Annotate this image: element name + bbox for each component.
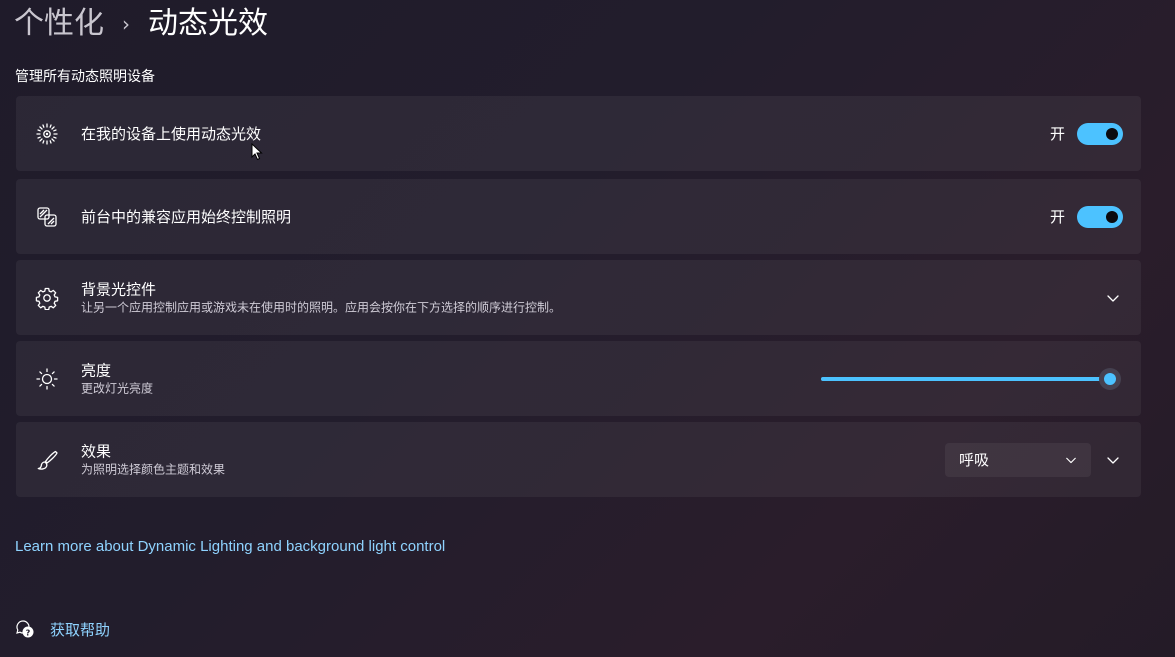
setting-label: 前台中的兼容应用始终控制照明: [81, 207, 292, 226]
get-help-link[interactable]: ? 获取帮助: [14, 618, 110, 640]
setting-texts: 效果 为照明选择颜色主题和效果: [81, 441, 225, 478]
apps-control-icon: [34, 204, 60, 230]
chevron-down-icon: [1066, 457, 1076, 463]
setting-description: 更改灯光亮度: [81, 381, 154, 395]
use-dynamic-lighting-card: 在我的设备上使用动态光效 开: [16, 96, 1141, 171]
use-dynamic-lighting-toggle[interactable]: [1077, 122, 1123, 145]
setting-description: 为照明选择颜色主题和效果: [81, 462, 226, 476]
setting-texts: 亮度 更改灯光亮度: [81, 360, 153, 397]
background-control-card[interactable]: 背景光控件 让另一个应用控制应用或游戏未在使用时的照明。应用会按你在下方选择的顺…: [16, 260, 1141, 335]
svg-text:?: ?: [26, 628, 31, 637]
dynamic-lighting-icon: [34, 121, 60, 147]
gear-icon: [34, 285, 60, 311]
settings-page: 个性化 › 动态光效 管理所有动态照明设备 在我的设备上使用动态光效 开 前台中…: [0, 0, 1175, 657]
setting-label: 亮度: [81, 361, 112, 379]
mouse-cursor-icon: [251, 143, 263, 161]
toggle-state-label: 开: [1049, 208, 1065, 226]
toggle-group: 开: [1049, 205, 1123, 228]
page-title: 动态光效: [148, 6, 268, 41]
get-help-label: 获取帮助: [50, 620, 111, 639]
chevron-down-icon[interactable]: [1103, 288, 1123, 308]
toggle-group: 开: [1049, 122, 1123, 145]
chevron-down-icon[interactable]: [1103, 450, 1123, 470]
effects-card[interactable]: 效果 为照明选择颜色主题和效果 呼吸: [16, 422, 1141, 497]
breadcrumb-separator: ›: [122, 12, 130, 36]
brightness-card: 亮度 更改灯光亮度: [16, 341, 1141, 416]
setting-label: 在我的设备上使用动态光效: [81, 124, 262, 143]
brush-icon: [34, 447, 60, 473]
help-icon: ?: [16, 620, 34, 638]
brightness-slider[interactable]: [821, 367, 1121, 390]
effect-select[interactable]: 呼吸: [945, 442, 1091, 477]
breadcrumb: 个性化 › 动态光效: [14, 4, 268, 44]
compatible-apps-card: 前台中的兼容应用始终控制照明 开: [16, 179, 1141, 254]
toggle-state-label: 开: [1049, 125, 1065, 143]
setting-label: 效果: [81, 442, 112, 460]
learn-more-link[interactable]: Learn more about Dynamic Lighting and ba…: [15, 538, 445, 555]
compatible-apps-toggle[interactable]: [1077, 205, 1123, 228]
sun-icon: [34, 366, 60, 392]
breadcrumb-personalization[interactable]: 个性化: [14, 5, 104, 43]
slider-fill: [821, 376, 1110, 381]
toggle-knob: [1106, 210, 1118, 223]
setting-texts: 前台中的兼容应用始终控制照明: [81, 207, 291, 227]
toggle-knob: [1106, 127, 1118, 140]
setting-description: 让另一个应用控制应用或游戏未在使用时的照明。应用会按你在下方选择的顺序进行控制。: [81, 300, 562, 314]
effect-select-value: 呼吸: [959, 451, 990, 469]
setting-texts: 背景光控件 让另一个应用控制应用或游戏未在使用时的照明。应用会按你在下方选择的顺…: [81, 279, 561, 316]
slider-thumb[interactable]: [1099, 367, 1121, 390]
setting-label: 背景光控件: [81, 280, 157, 298]
setting-texts: 在我的设备上使用动态光效: [81, 124, 261, 144]
section-title: 管理所有动态照明设备: [15, 69, 155, 85]
